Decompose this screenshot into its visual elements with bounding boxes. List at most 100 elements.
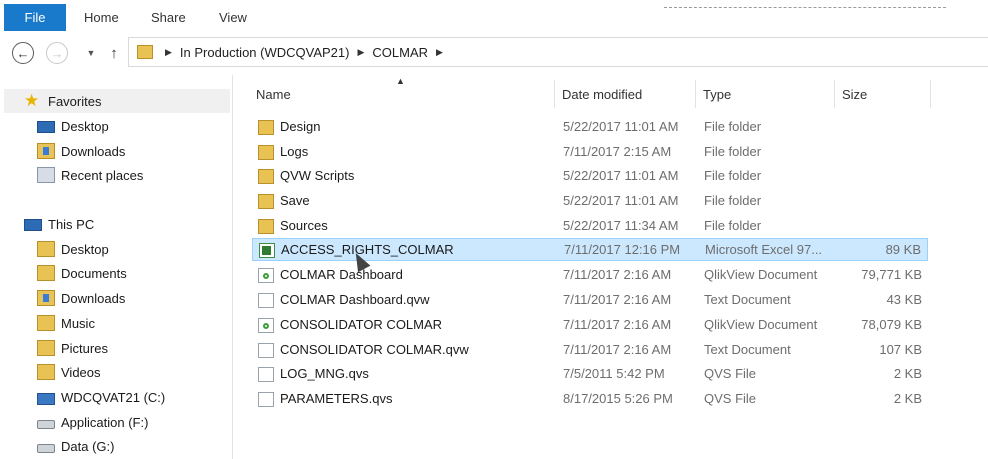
documents-folder-icon xyxy=(37,265,55,281)
file-row[interactable]: CONSOLIDATOR COLMAR 7/11/2017 2:16 AM Ql… xyxy=(252,314,928,337)
tab-view[interactable]: View xyxy=(219,10,247,25)
nav-pc-videos[interactable]: Videos xyxy=(37,361,101,383)
file-row[interactable]: Sources 5/22/2017 11:34 AM File folder xyxy=(252,215,928,238)
nav-pc-documents[interactable]: Documents xyxy=(37,262,127,284)
music-folder-icon xyxy=(37,315,55,331)
folder-icon xyxy=(258,120,274,135)
column-header-date-modified[interactable]: Date modified xyxy=(556,80,696,108)
file-row[interactable]: Save 5/22/2017 11:01 AM File folder xyxy=(252,190,928,213)
file-row[interactable]: PARAMETERS.qvs 8/17/2015 5:26 PM QVS Fil… xyxy=(252,388,928,411)
file-date-modified: 5/22/2017 11:01 AM xyxy=(563,168,679,183)
qvs-file-icon xyxy=(258,367,274,382)
file-date-modified: 7/11/2017 2:16 AM xyxy=(563,292,672,307)
forward-arrow-icon: → xyxy=(46,42,68,64)
breadcrumb-server[interactable]: In Production (WDCQVAP21) xyxy=(180,45,350,60)
file-type: QVS File xyxy=(704,391,757,406)
navigation-bar: ← → ▼ ↑ ▶ In Production (WDCQVAP21) ▶ CO… xyxy=(0,36,988,70)
file-type: QlikView Document xyxy=(704,267,818,282)
nav-pc-pictures[interactable]: Pictures xyxy=(37,337,108,359)
desktop-icon xyxy=(37,121,55,133)
file-row[interactable]: LOG_MNG.qvs 7/5/2011 5:42 PM QVS File 2 … xyxy=(252,363,928,386)
file-type: Text Document xyxy=(704,342,791,357)
folder-icon xyxy=(258,219,274,234)
file-size: 107 KB xyxy=(879,342,922,357)
nav-pc-desktop[interactable]: Desktop xyxy=(37,238,109,260)
address-bar[interactable]: ▶ In Production (WDCQVAP21) ▶ COLMAR ▶ xyxy=(128,37,988,67)
text-file-icon xyxy=(258,343,274,358)
nav-favorites[interactable]: ★ Favorites xyxy=(24,90,101,112)
up-button[interactable]: ↑ xyxy=(101,40,127,66)
computer-icon xyxy=(24,219,42,231)
system-drive-icon xyxy=(37,392,55,405)
file-date-modified: 7/11/2017 2:16 AM xyxy=(563,267,672,282)
up-arrow-icon: ↑ xyxy=(110,44,118,62)
file-type: File folder xyxy=(704,168,762,183)
tab-file[interactable]: File xyxy=(4,4,66,31)
nav-label: Favorites xyxy=(48,93,102,109)
file-name: Logs xyxy=(280,144,309,159)
ribbon: File Home Share View xyxy=(0,0,988,34)
nav-favorites-downloads[interactable]: Downloads xyxy=(37,140,125,162)
nav-pc-drive-f[interactable]: Application (F:) xyxy=(37,411,148,433)
tab-home[interactable]: Home xyxy=(84,10,119,25)
downloads-icon xyxy=(37,290,55,306)
desktop-folder-icon xyxy=(37,241,55,257)
file-type: File folder xyxy=(704,218,762,233)
tab-share[interactable]: Share xyxy=(151,10,186,25)
file-type: File folder xyxy=(704,119,762,134)
file-size: 2 KB xyxy=(893,391,922,406)
nav-label: Downloads xyxy=(61,143,126,159)
column-header-name[interactable]: Name xyxy=(250,80,555,108)
nav-label: Data (G:) xyxy=(61,438,115,454)
nav-label: This PC xyxy=(48,216,95,232)
file-row[interactable]: COLMAR Dashboard.qvw 7/11/2017 2:16 AM T… xyxy=(252,289,928,312)
file-name: LOG_MNG.qvs xyxy=(280,366,369,381)
file-type: Text Document xyxy=(704,292,791,307)
nav-label: Videos xyxy=(61,364,101,380)
folder-icon xyxy=(258,145,274,160)
nav-label: Recent places xyxy=(61,167,144,183)
file-date-modified: 7/11/2017 2:15 AM xyxy=(563,144,672,159)
file-name: PARAMETERS.qvs xyxy=(280,391,393,406)
file-type: Microsoft Excel 97... xyxy=(705,242,823,257)
recent-places-icon xyxy=(37,167,55,183)
excel-file-icon xyxy=(259,243,275,258)
file-type: QlikView Document xyxy=(704,317,818,332)
nav-favorites-recent-places[interactable]: Recent places xyxy=(37,164,143,186)
nav-this-pc[interactable]: This PC xyxy=(24,213,94,235)
nav-label: Documents xyxy=(61,265,127,281)
qvs-file-icon xyxy=(258,392,274,407)
file-row[interactable]: QVW Scripts 5/22/2017 11:01 AM File fold… xyxy=(252,165,928,188)
file-row[interactable]: COLMAR Dashboard 7/11/2017 2:16 AM QlikV… xyxy=(252,264,928,287)
file-date-modified: 5/22/2017 11:34 AM xyxy=(563,218,679,233)
file-size: 89 KB xyxy=(885,242,921,257)
column-header-size[interactable]: Size xyxy=(836,80,931,108)
downloads-icon xyxy=(37,143,55,159)
nav-label: Desktop xyxy=(61,241,109,257)
nav-pc-music[interactable]: Music xyxy=(37,312,95,334)
chevron-down-icon: ▼ xyxy=(86,48,96,58)
file-date-modified: 8/17/2015 5:26 PM xyxy=(563,391,673,406)
nav-pc-downloads[interactable]: Downloads xyxy=(37,287,125,309)
file-row[interactable]: Logs 7/11/2017 2:15 AM File folder xyxy=(252,141,928,164)
nav-label: Music xyxy=(61,315,95,331)
breadcrumb-separator-icon: ▶ xyxy=(357,46,365,57)
nav-favorites-desktop[interactable]: Desktop xyxy=(37,115,109,137)
breadcrumb-separator-icon: ▶ xyxy=(165,46,172,57)
nav-pc-drive-c[interactable]: WDCQVAT21 (C:) xyxy=(37,386,165,408)
file-date-modified: 5/22/2017 11:01 AM xyxy=(563,193,679,208)
nav-pc-drive-g[interactable]: Data (G:) xyxy=(37,435,114,457)
file-date-modified: 7/11/2017 2:16 AM xyxy=(563,317,672,332)
breadcrumb-colmar[interactable]: COLMAR xyxy=(372,45,428,60)
file-type: File folder xyxy=(704,144,762,159)
back-button[interactable]: ← xyxy=(10,40,36,66)
nav-label: Application (F:) xyxy=(61,414,149,430)
file-name: COLMAR Dashboard xyxy=(280,267,403,282)
qlikview-file-icon xyxy=(258,318,274,333)
file-name: CONSOLIDATOR COLMAR xyxy=(280,317,443,332)
file-row[interactable]: CONSOLIDATOR COLMAR.qvw 7/11/2017 2:16 A… xyxy=(252,339,928,362)
file-row[interactable]: Design 5/22/2017 11:01 AM File folder xyxy=(252,116,928,139)
back-arrow-icon: ← xyxy=(12,42,34,64)
column-header-type[interactable]: Type xyxy=(697,80,835,108)
forward-button[interactable]: → xyxy=(44,40,70,66)
